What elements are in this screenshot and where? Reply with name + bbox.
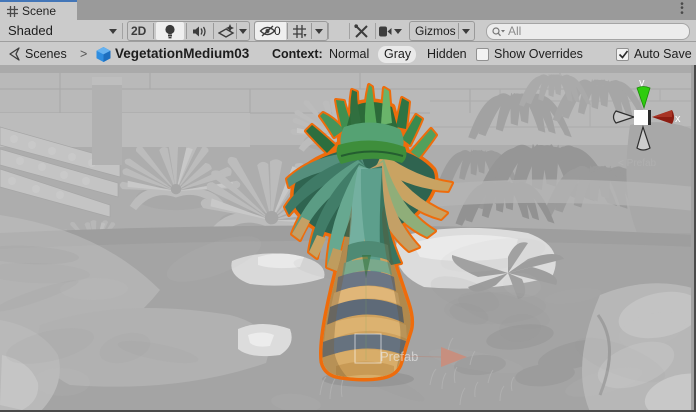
svg-text:x: x	[675, 113, 681, 125]
svg-text:< Prefab: < Prefab	[618, 158, 657, 169]
